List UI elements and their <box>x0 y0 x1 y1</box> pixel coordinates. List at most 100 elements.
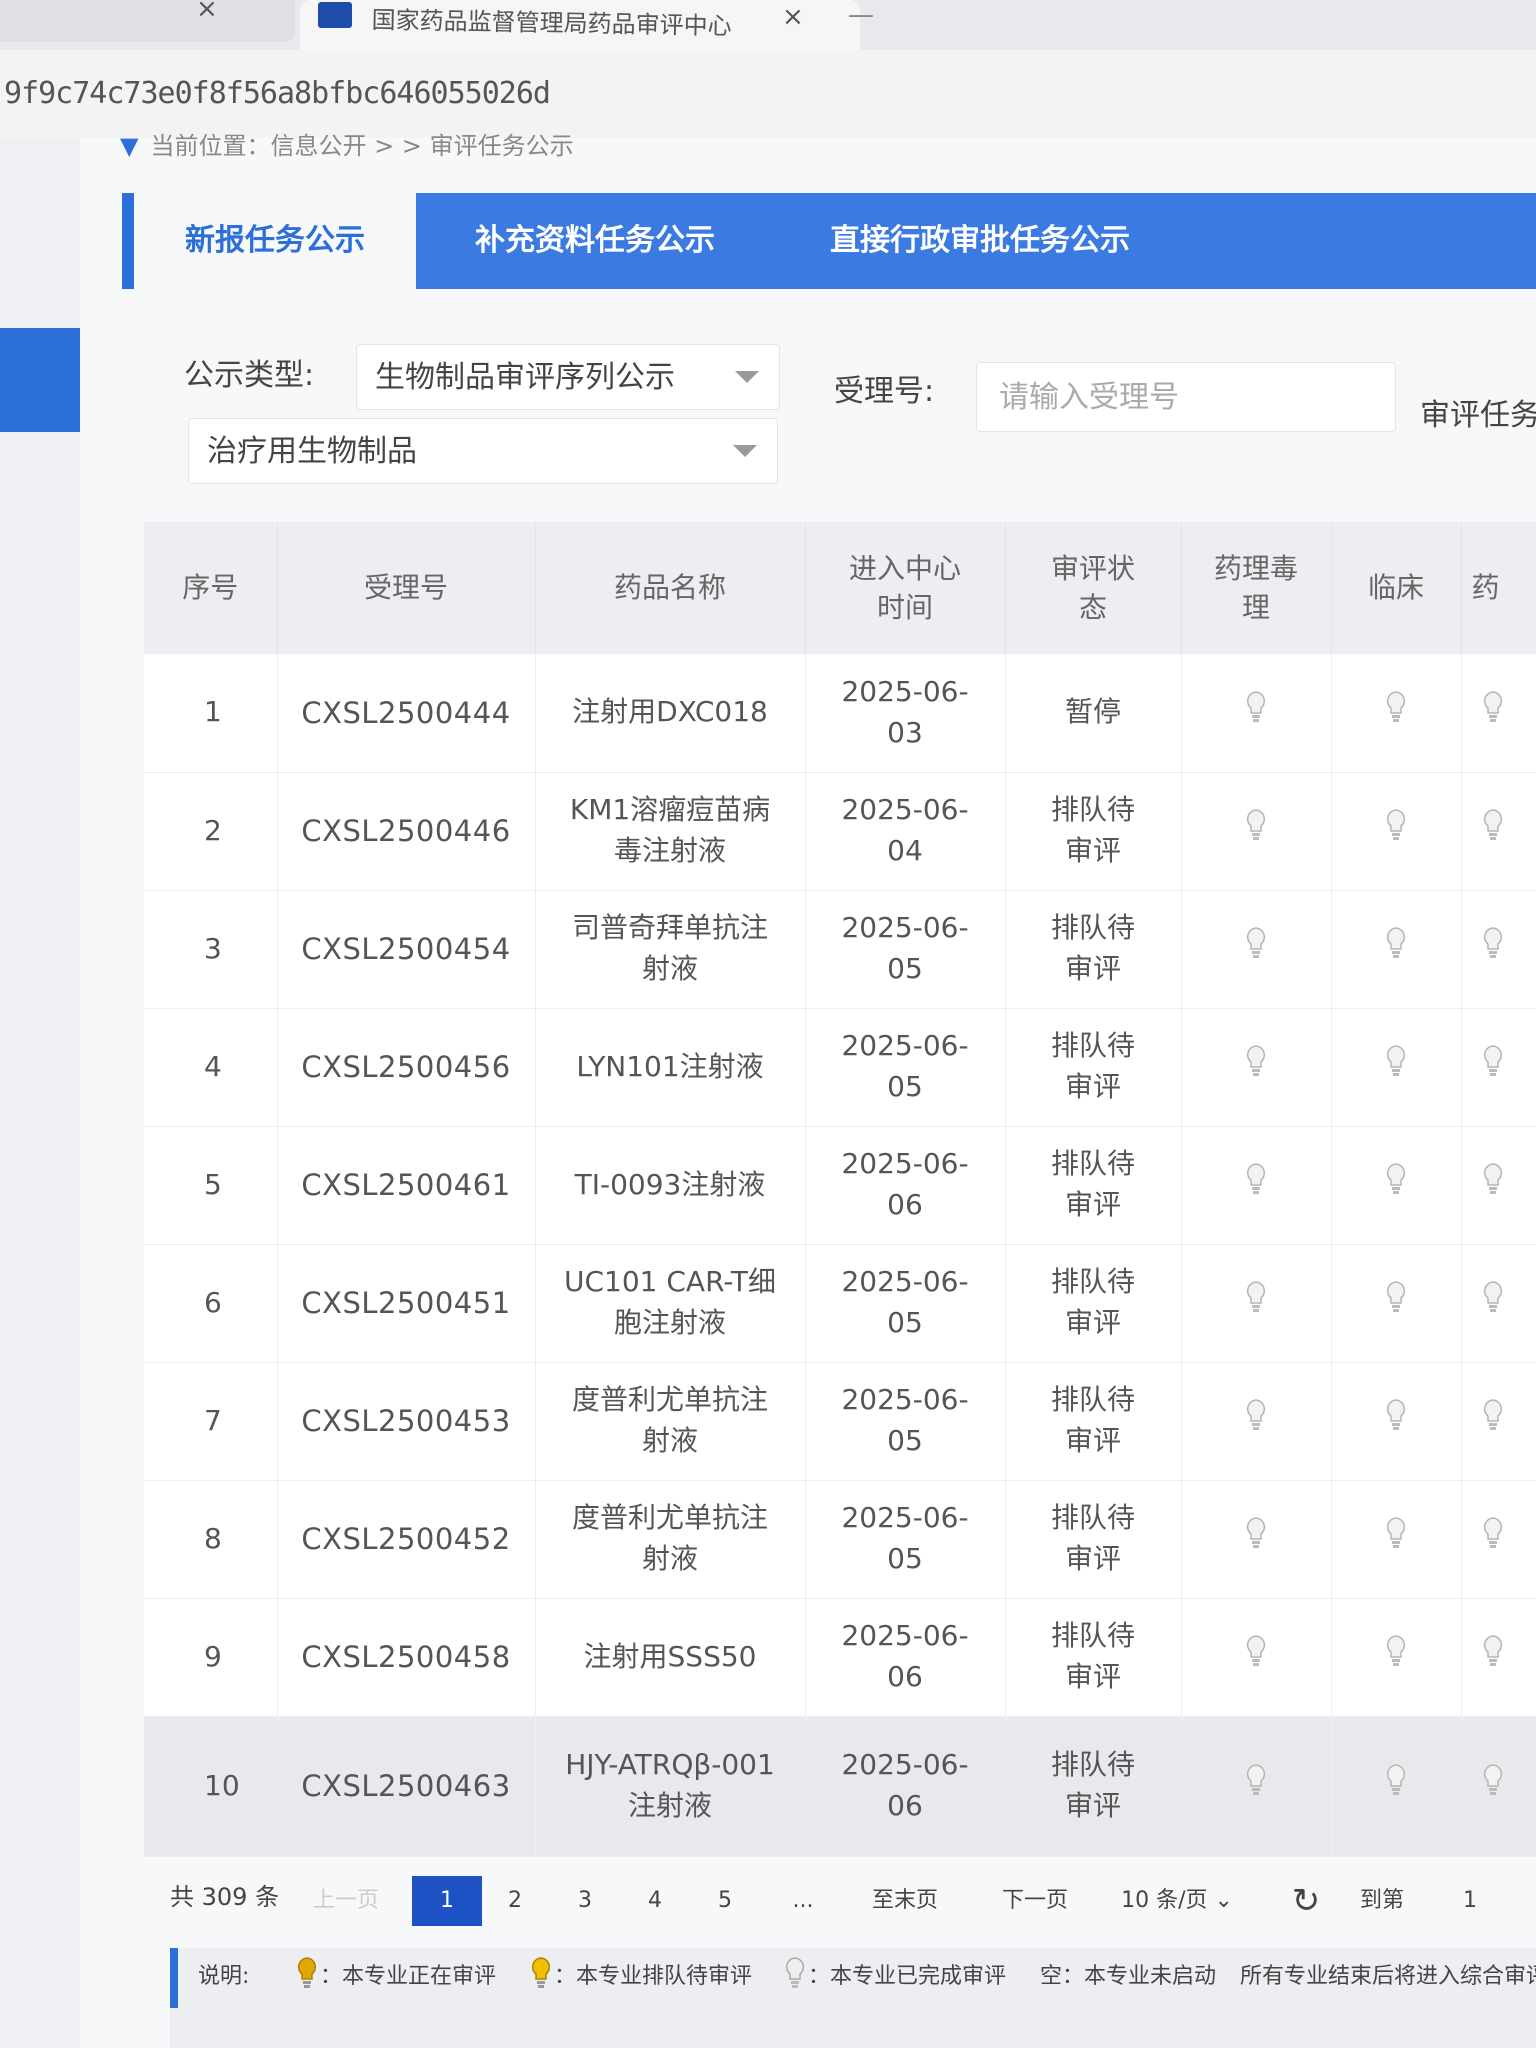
pharm-tox-status <box>1181 1362 1332 1481</box>
table-row[interactable]: 10 CXSL2500463 HJY-ATRQβ-001注射液 2025-06- 06 排… <box>144 1716 1536 1857</box>
status-part: 审评 <box>1064 1789 1121 1822</box>
pharmacy-status <box>1461 1244 1536 1363</box>
pharmacy-status <box>1461 1126 1536 1245</box>
entry-date: 2025-06- 05 <box>805 1244 1006 1363</box>
drug-name: LYN101注射液 <box>535 1008 806 1127</box>
status-part: 排队待 <box>1050 1029 1135 1063</box>
page-5-button[interactable]: 5 <box>700 1876 750 1926</box>
bulb-done-icon <box>1245 1398 1267 1432</box>
review-task-label: 审评任务 <box>1420 398 1536 433</box>
bulb-done-icon <box>1482 808 1504 842</box>
subtype-select[interactable]: 治疗用生物制品 <box>188 418 778 484</box>
status-part: 审评 <box>1064 1542 1121 1575</box>
browser-tab-inactive[interactable] <box>0 0 295 42</box>
entry-date: 2025-06- 05 <box>805 1362 1006 1481</box>
col-header-index[interactable]: 序号 <box>144 522 278 654</box>
review-status: 暂停 <box>1005 654 1182 773</box>
table-row[interactable]: 9 CXSL2500458 注射用SSS50 2025-06- 06 排队待 审评 <box>144 1598 1536 1717</box>
col-header-status[interactable]: 审评状态 <box>1005 522 1182 654</box>
tab-supplement-tasks[interactable]: 补充资料任务公示 <box>420 193 770 289</box>
bulb-done-icon <box>1385 1763 1407 1797</box>
table-row[interactable]: 3 CXSL2500454 司普奇拜单抗注射液 2025-06- 05 排队待 审评 <box>144 890 1536 1009</box>
page-1-button[interactable]: 1 <box>412 1876 482 1926</box>
page-2-button[interactable]: 2 <box>490 1876 540 1926</box>
col-header-pharmacy[interactable]: 药 <box>1461 522 1536 654</box>
entry-date: 2025-06- 03 <box>805 654 1006 773</box>
url-text[interactable]: 9f9c74c73e0f8f56a8bfbc646055026d <box>4 76 551 111</box>
legend-note: 所有专业结束后将进入综合审评 <box>1240 1964 1536 1989</box>
bulb-done-icon <box>1482 1763 1504 1797</box>
tab-direct-approval-tasks[interactable]: 直接行政审批任务公示 <box>780 193 1180 289</box>
page-size-select[interactable]: 10 条/页 ⌄ <box>1112 1876 1242 1926</box>
col-header-pharm-tox[interactable]: 药理毒理 <box>1181 522 1332 654</box>
goto-page-input[interactable]: 1 <box>1450 1876 1490 1926</box>
status-part: 审评 <box>1064 952 1121 985</box>
acceptance-number-input[interactable]: 请输入受理号 <box>976 362 1396 432</box>
pharmacy-status <box>1461 1480 1536 1599</box>
legend-in-review: ：本专业正在审评 <box>320 1964 497 1989</box>
table-row[interactable]: 5 CXSL2500461 TI-0093注射液 2025-06- 06 排队待 审评 <box>144 1126 1536 1245</box>
page-4-button[interactable]: 4 <box>630 1876 680 1926</box>
acceptance-number: CXSL2500456 <box>277 1008 536 1127</box>
review-status: 排队待 审评 <box>1005 890 1182 1009</box>
date-part: 2025-06- <box>841 1748 969 1782</box>
clinical-status <box>1331 1716 1462 1857</box>
review-status: 排队待 审评 <box>1005 1126 1182 1245</box>
bulb-done-icon <box>785 1957 805 1988</box>
clinical-status <box>1331 1244 1462 1363</box>
browser-tab-title: 国家药品监督管理局药品审评中心 <box>371 5 732 41</box>
table-row[interactable]: 1 CXSL2500444 注射用DXC018 2025-06- 03 暂停 <box>144 654 1536 773</box>
col-header-acceptance[interactable]: 受理号 <box>277 522 536 654</box>
status-part: 审评 <box>1064 1424 1121 1457</box>
close-tab-icon[interactable]: × <box>196 0 218 24</box>
acceptance-number: CXSL2500451 <box>277 1244 536 1363</box>
bulb-done-icon <box>1385 1280 1407 1314</box>
last-page-button[interactable]: 至末页 <box>860 1876 950 1926</box>
header-line: 进入中心 <box>848 551 961 585</box>
bulb-done-icon <box>1245 1763 1267 1797</box>
date-part: 2025-06- <box>841 1147 969 1181</box>
col-header-clinical[interactable]: 临床 <box>1331 522 1462 654</box>
prev-page-button[interactable]: 上一页 <box>296 1876 396 1926</box>
next-page-button[interactable]: 下一页 <box>990 1876 1080 1926</box>
status-part: 排队待 <box>1050 793 1135 827</box>
acceptance-number: CXSL2500458 <box>277 1598 536 1717</box>
date-part: 05 <box>887 1306 923 1339</box>
close-tab-icon[interactable]: × <box>782 2 804 32</box>
col-header-drug-name[interactable]: 药品名称 <box>535 522 806 654</box>
row-index: 7 <box>144 1362 278 1481</box>
drug-name: 注射用SSS50 <box>535 1598 806 1717</box>
pharmacy-status <box>1461 654 1536 773</box>
date-part: 06 <box>887 1188 923 1221</box>
table-row[interactable]: 4 CXSL2500456 LYN101注射液 2025-06- 05 排队待 审评 <box>144 1008 1536 1127</box>
table-row[interactable]: 8 CXSL2500452 度普利尤单抗注射液 2025-06- 05 排队待 审评 <box>144 1480 1536 1599</box>
table-row[interactable]: 6 CXSL2500451 UC101 CAR-T细胞注射液 2025-06- 05 排队… <box>144 1244 1536 1363</box>
header-line: 时间 <box>876 591 933 624</box>
entry-date: 2025-06- 06 <box>805 1598 1006 1717</box>
pharm-tox-status <box>1181 1716 1332 1857</box>
table-row[interactable]: 2 CXSL2500446 KM1溶瘤痘苗病毒注射液 2025-06- 04 排队待 审评 <box>144 772 1536 891</box>
review-status: 排队待 审评 <box>1005 772 1182 891</box>
page-3-button[interactable]: 3 <box>560 1876 610 1926</box>
pharmacy-status <box>1461 890 1536 1009</box>
date-part: 06 <box>887 1789 923 1822</box>
acceptance-number: CXSL2500454 <box>277 890 536 1009</box>
refresh-icon[interactable]: ↻ <box>1286 1876 1326 1926</box>
acceptance-number: CXSL2500461 <box>277 1126 536 1245</box>
chevron-down-icon: ▼ <box>120 132 139 160</box>
tab-new-tasks[interactable]: 新报任务公示 <box>122 193 416 289</box>
bulb-done-icon <box>1385 1044 1407 1078</box>
col-header-time[interactable]: 进入中心 时间 <box>805 522 1006 654</box>
clinical-status <box>1331 890 1462 1009</box>
bulb-done-icon <box>1482 690 1504 724</box>
entry-date: 2025-06- 06 <box>805 1716 1006 1857</box>
bulb-done-icon <box>1482 1516 1504 1550</box>
acceptance-label: 受理号: <box>834 374 935 409</box>
sidebar-active-item[interactable] <box>0 328 80 432</box>
review-status: 排队待 审评 <box>1005 1716 1182 1857</box>
type-select[interactable]: 生物制品审评序列公示 <box>356 344 780 410</box>
table-row[interactable]: 7 CXSL2500453 度普利尤单抗注射液 2025-06- 05 排队待 审评 <box>144 1362 1536 1481</box>
drug-name: KM1溶瘤痘苗病毒注射液 <box>535 772 806 891</box>
bulb-done-icon <box>1385 1398 1407 1432</box>
new-tab-icon[interactable]: — <box>848 0 874 30</box>
